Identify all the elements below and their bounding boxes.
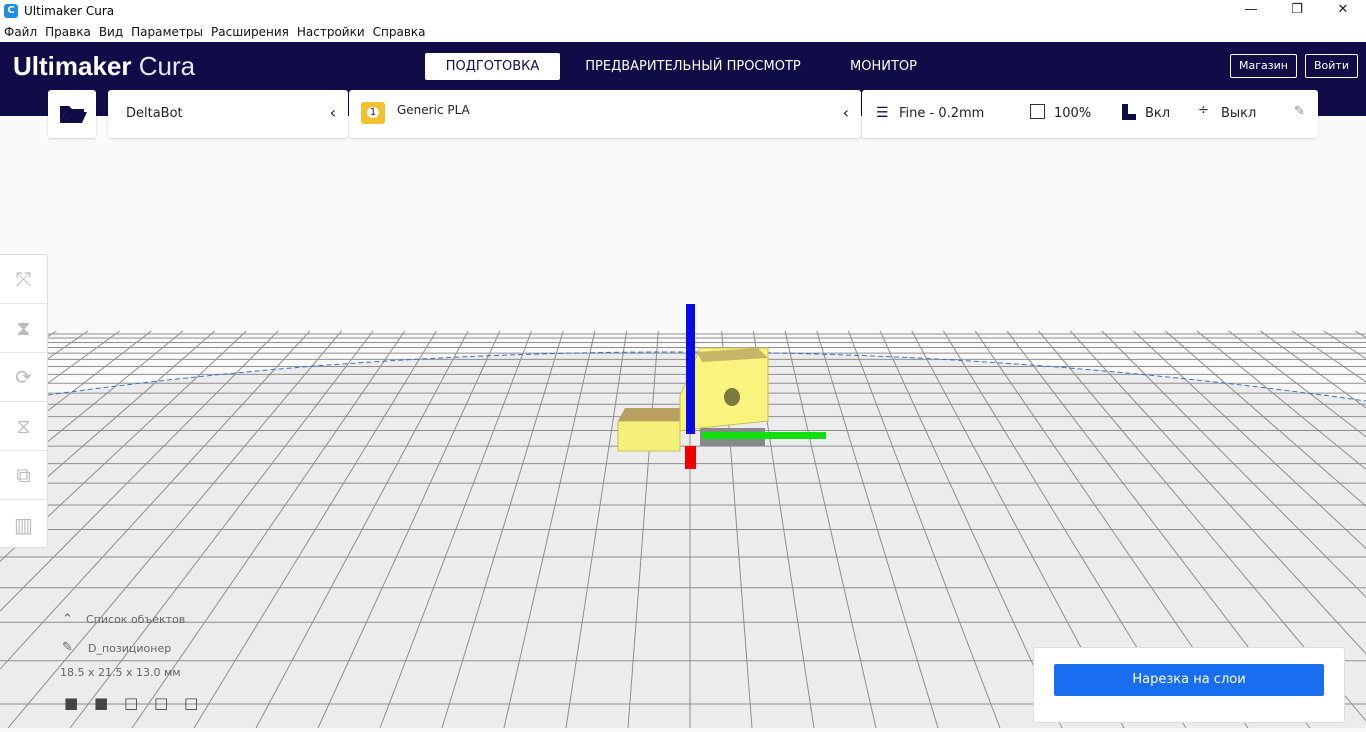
printer-selector[interactable]: DeltaBot ‹ (108, 90, 348, 138)
menu-help[interactable]: Справка (373, 25, 426, 39)
menu-extensions[interactable]: Расширения (211, 25, 289, 39)
top-view-icon[interactable]: □ (124, 694, 138, 712)
build-plate (0, 304, 1366, 729)
print-settings-selector[interactable]: ☰ Fine - 0.2mm 100% Вкл ÷ Выкл ✎ (862, 90, 1318, 138)
slice-panel: Нарезка на слои (1033, 647, 1345, 723)
rotate-tool-icon[interactable]: ⟳ (0, 353, 47, 402)
marketplace-button[interactable]: Магазин (1230, 54, 1297, 78)
login-button[interactable]: Войти (1305, 54, 1358, 78)
adhesion-label: Выкл (1221, 106, 1257, 121)
x-axis-handle (685, 446, 696, 469)
window-title: Ultimaker Cura (24, 4, 115, 18)
pencil-icon: ✎ (62, 640, 73, 655)
menu-file[interactable]: Файл (4, 25, 37, 39)
right-view-icon[interactable]: □ (184, 694, 198, 712)
chevron-left-icon: ‹ (842, 103, 849, 122)
chevron-left-icon: ‹ (329, 103, 336, 122)
y-axis-handle (702, 432, 826, 439)
tool-panel: ⤧ ⧗ ⟳ ⧖ ⧉ ▥ (0, 254, 48, 548)
brand-logo: Ultimaker Cura (13, 51, 196, 81)
per-model-settings-icon[interactable]: ⧉ (0, 451, 47, 500)
front-view-icon[interactable]: ■ (94, 694, 108, 712)
tab-preview[interactable]: ПРЕДВАРИТЕЛЬНЫЙ ПРОСМОТР (580, 53, 806, 80)
tab-prepare[interactable]: ПОДГОТОВКА (425, 53, 560, 80)
move-tool-icon[interactable]: ⤧ (0, 255, 47, 304)
object-dimensions: 18.5 x 21.5 x 13.0 мм (60, 666, 181, 679)
tab-monitor[interactable]: МОНИТОР (836, 53, 931, 80)
left-view-icon[interactable]: □ (154, 694, 168, 712)
menu-edit[interactable]: Правка (45, 25, 91, 39)
menu-settings[interactable]: Параметры (131, 25, 203, 39)
extruder-icon: 1 (361, 102, 385, 124)
object-name[interactable]: D_позиционер (88, 642, 171, 655)
printer-name: DeltaBot (126, 106, 183, 121)
close-button[interactable]: ✕ (1320, 0, 1366, 22)
infill-label: 100% (1054, 106, 1092, 121)
3d-viewport[interactable] (0, 116, 1366, 729)
slice-button[interactable]: Нарезка на слои (1054, 664, 1324, 696)
cura-app-icon: C (4, 4, 18, 18)
3d-view-icon[interactable]: ■ (64, 694, 78, 712)
material-selector[interactable]: 1 Generic PLA ‹ (349, 90, 861, 138)
support-icon (1122, 104, 1136, 120)
menu-preferences[interactable]: Настройки (297, 25, 365, 39)
infill-icon (1030, 104, 1045, 119)
object-list-toggle[interactable]: Список объектов (86, 613, 185, 626)
open-file-button[interactable] (48, 90, 96, 138)
folder-icon (60, 106, 87, 123)
menu-bar: Файл Правка Вид Параметры Расширения Нас… (0, 22, 1366, 42)
pencil-icon: ✎ (1294, 104, 1305, 119)
restore-button[interactable]: ❐ (1274, 0, 1320, 22)
support-label: Вкл (1145, 106, 1171, 121)
adhesion-icon: ÷ (1198, 103, 1209, 118)
z-axis-handle (686, 304, 695, 434)
scale-tool-icon[interactable]: ⧗ (0, 304, 47, 353)
profile-label: Fine - 0.2mm (899, 106, 985, 121)
title-bar: C Ultimaker Cura — ❐ ✕ (0, 0, 1366, 22)
chevron-up-icon[interactable]: ⌃ (62, 612, 73, 627)
menu-view[interactable]: Вид (99, 25, 123, 39)
support-blocker-icon[interactable]: ▥ (0, 500, 47, 549)
profile-icon: ☰ (876, 105, 889, 121)
mirror-tool-icon[interactable]: ⧖ (0, 402, 47, 451)
material-name: Generic PLA (397, 103, 470, 117)
minimize-button[interactable]: — (1228, 0, 1274, 22)
